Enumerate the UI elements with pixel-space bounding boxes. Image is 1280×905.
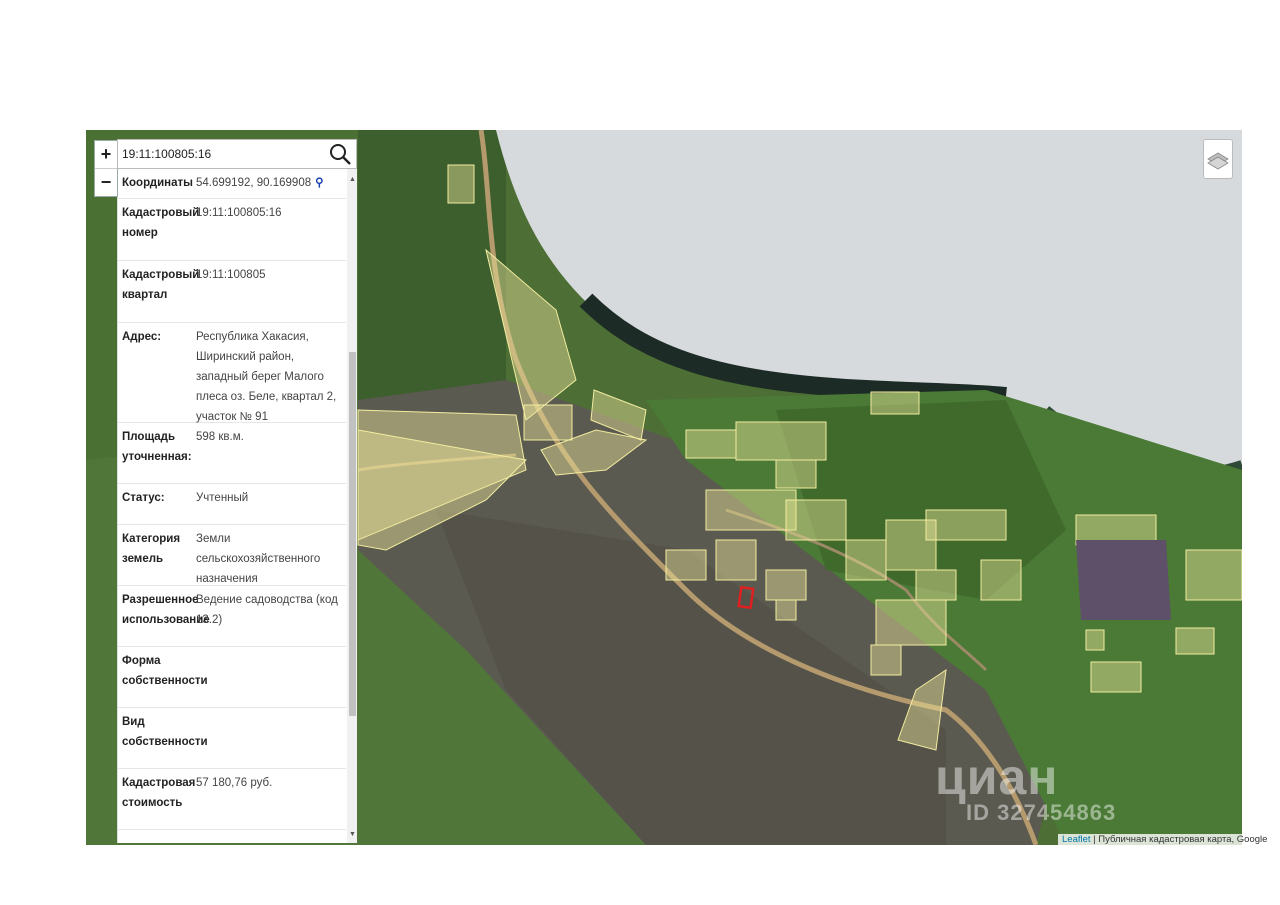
map-attribution: Leaflet | Публичная кадастровая карта, G… [1058,834,1272,846]
info-row-label: Статус: [122,492,165,504]
zoom-control: + − [94,140,118,197]
info-row: Кадастровый квартал 19:11:100805 [118,261,346,323]
info-row-value-text: Ведение садоводства (код 13.2) [196,594,338,626]
info-row-value: 19:11:100805 [196,265,346,322]
info-row-value: Республика Хакасия, Ширинский район, зап… [196,327,346,423]
info-row-value-text: 598 кв.м. [196,431,244,443]
info-row-label: Категория земель [122,533,181,565]
info-row: Адрес: Республика Хакасия, Ширинский райо… [118,323,346,423]
info-row-label: Площадь уточненная: [122,431,192,463]
panel-scrollbar[interactable]: ▲ ▼ [347,169,357,843]
info-row-value-text: 19:11:100805:16 [196,207,282,219]
info-row: Категория земель Земли сельскохозяйственн… [118,525,346,586]
info-row-value: 57 180,76 руб. [196,773,346,829]
info-row-value [196,712,346,768]
scroll-down-arrow-icon[interactable]: ▼ [347,829,357,841]
watermark-brand: циан [935,749,1059,805]
attribution-text: | Публичная кадастровая карта, Google [1090,834,1268,845]
scrollbar-thumb[interactable] [349,352,356,716]
info-row-value-text: Учтенный [196,492,249,504]
search-input[interactable] [122,145,322,163]
map-link-icon[interactable]: ⚲ [315,177,323,189]
info-row-value-text: 19:11:100805 [196,269,266,281]
info-row: Статус: Учтенный [118,484,346,525]
info-row-value-text: Земли сельскохозяйственного назначения [196,533,321,585]
info-row: Кадастровая стоимость 57 180,76 руб. [118,769,346,830]
info-row-value-text: Республика Хакасия, Ширинский район, зап… [196,331,337,423]
info-row-label: Разрешенное использование [122,594,210,626]
info-row-label: Координаты [122,177,193,189]
info-row-label: Вид собственности [122,716,208,748]
info-row-value-text: 54.699192, 90.169908 [196,177,312,189]
parcel-info-panel: Координаты 54.699192, 90.169908 ⚲ Кадастров… [117,169,357,843]
info-row-value: 19:11:100805:16 [196,203,346,260]
info-row-value[interactable]: 54.699192, 90.169908 ⚲ [196,173,346,198]
info-row: Разрешенное использование Ведение садовод… [118,586,346,647]
info-row: Площадь уточненная: 598 кв.м. [118,423,346,484]
info-row-label: Кадастровый квартал [122,269,200,301]
info-row-label: Форма собственности [122,655,208,687]
info-row-value: Ведение садоводства (код 13.2) [196,590,346,646]
info-row: Координаты 54.699192, 90.169908 ⚲ [118,169,346,199]
leaflet-link[interactable]: Leaflet [1062,834,1091,845]
zoom-out-button[interactable]: − [95,168,117,196]
info-row-label: Кадастровый номер [122,207,200,239]
search-box [117,139,357,169]
info-row-value [196,651,346,707]
info-row-value: 598 кв.м. [196,427,346,483]
watermark-id: ID 327454863 [966,800,1117,825]
info-row-value: Земли сельскохозяйственного назначения [196,529,346,585]
info-row-label: Кадастровая стоимость [122,777,196,809]
info-row-label: Адрес: [122,331,162,343]
info-row: Форма собственности [118,647,346,708]
search-icon[interactable] [328,142,352,166]
zoom-in-button[interactable]: + [95,141,117,168]
layers-button[interactable] [1203,139,1233,179]
info-list: Координаты 54.699192, 90.169908 ⚲ Кадастров… [118,169,346,830]
info-row: Кадастровый номер 19:11:100805:16 [118,199,346,261]
info-row-value: Учтенный [196,488,346,524]
info-row: Вид собственности [118,708,346,769]
page: + − Координаты54.699192, 90.169908⚲Кадас… [0,0,1280,905]
scroll-up-arrow-icon[interactable]: ▲ [347,174,357,186]
info-row-value-text: 57 180,76 руб. [196,777,273,789]
layers-icon [1207,152,1229,170]
